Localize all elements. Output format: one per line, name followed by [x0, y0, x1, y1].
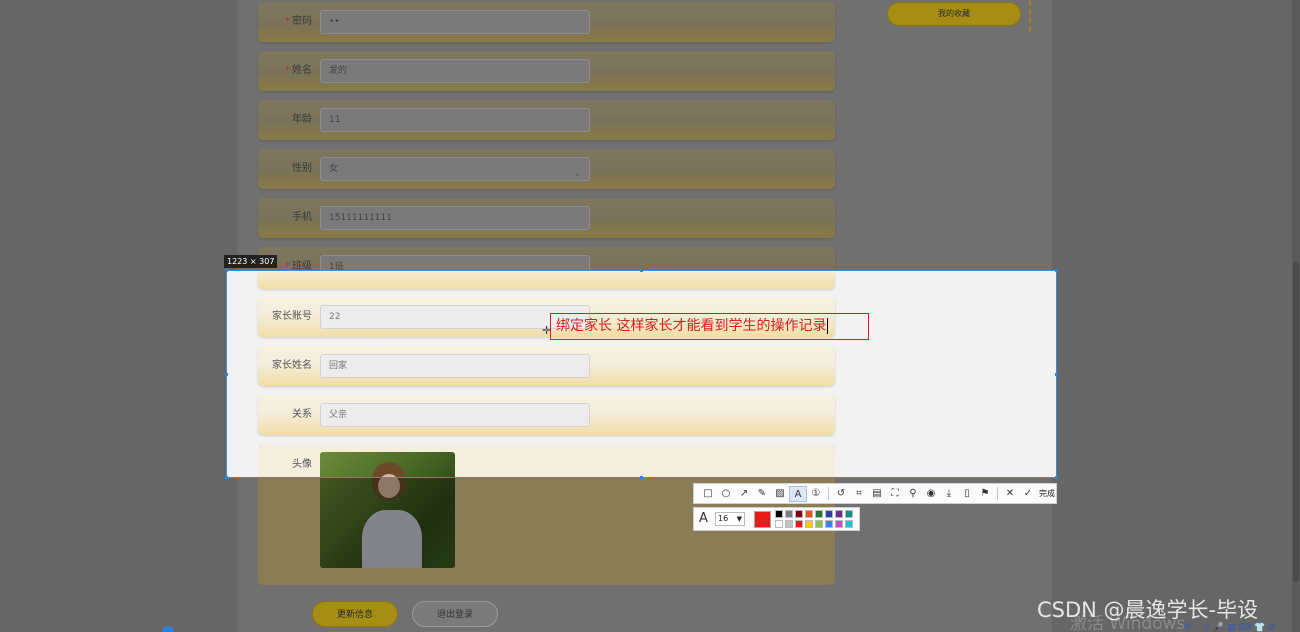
page-scrollbar[interactable] [1292, 0, 1300, 632]
color-swatch[interactable] [775, 520, 783, 528]
row-label: 手机 [292, 212, 312, 223]
logout-button[interactable]: 退出登录 [412, 601, 498, 627]
toolbar-separator [997, 487, 998, 500]
download-icon[interactable]: ⤓ [940, 486, 958, 502]
capture-toolbar: □ ○ ↗ ✎ ▨ A ① ↺ ⌗ ▤ ⛶ ⚲ ◉ ⤓ ▯ ⚑ ✕ ✓ 完成 [693, 483, 1057, 504]
form-row-age: 年龄 11 [258, 100, 835, 140]
text-icon[interactable]: A [789, 485, 807, 502]
current-color-swatch[interactable] [754, 511, 771, 528]
number-icon[interactable]: ① [807, 486, 825, 502]
password-field[interactable]: •• [320, 10, 590, 34]
resize-handle[interactable] [640, 269, 643, 272]
taskbar-blue-dot [162, 626, 174, 632]
color-swatch[interactable] [785, 520, 793, 528]
font-size-select[interactable]: 16 ▼ [715, 512, 745, 526]
capture-selection-border[interactable] [226, 270, 1057, 478]
resize-handle[interactable] [640, 476, 643, 479]
font-icon: A [699, 511, 708, 526]
scrollbar-thumb[interactable] [1293, 262, 1299, 582]
record-icon[interactable]: ◉ [922, 486, 940, 502]
gender-select[interactable]: 女 ⌄ [320, 157, 590, 181]
update-info-button[interactable]: 更新信息 [312, 601, 398, 627]
required-mark: * [285, 65, 290, 76]
form-row-name: * 姓名 发的 [258, 51, 835, 91]
dashed-divider [1029, 0, 1031, 32]
form-row-phone: 手机 15111111111 [258, 198, 835, 238]
form-row-gender: 性别 女 ⌄ [258, 149, 835, 189]
avatar-dim-overlay [320, 478, 455, 568]
fullscreen-icon[interactable]: ⛶ [886, 486, 904, 502]
color-swatch[interactable] [815, 510, 823, 518]
arrow-icon[interactable]: ↗ [735, 486, 753, 502]
color-swatch[interactable] [785, 510, 793, 518]
checkmark-icon[interactable]: ✓ [1019, 486, 1037, 502]
resize-handle[interactable] [1055, 269, 1058, 272]
save-icon[interactable]: ▯ [958, 486, 976, 502]
row-label: 年龄 [292, 114, 312, 125]
phone-field[interactable]: 15111111111 [320, 206, 590, 230]
color-swatch[interactable] [805, 520, 813, 528]
favorites-button[interactable]: 我的收藏 [887, 2, 1021, 26]
color-swatch[interactable] [795, 520, 803, 528]
row-label: * 姓名 [285, 65, 312, 76]
system-tray: 中 ·, ⚲ 🎤 ▦ ⌨ 👕 ⊞ [1183, 623, 1276, 632]
ellipse-icon[interactable]: ○ [717, 486, 735, 502]
close-icon[interactable]: ✕ [1001, 486, 1019, 502]
resize-handle[interactable] [1055, 373, 1058, 376]
chevron-down-icon: ▼ [736, 515, 742, 523]
toolbar-separator [828, 487, 829, 500]
color-swatch[interactable] [845, 510, 853, 518]
color-swatch[interactable] [775, 510, 783, 518]
color-swatch[interactable] [795, 510, 803, 518]
text-caret [827, 318, 829, 334]
text-style-palette: A 16 ▼ [693, 507, 860, 531]
required-mark: * [285, 16, 290, 27]
age-field[interactable]: 11 [320, 108, 590, 132]
name-field[interactable]: 发的 [320, 59, 590, 83]
bookmark-icon[interactable]: ⚑ [976, 486, 994, 502]
annotation-text: 绑定家长 这样家长才能看到学生的操作记录 [556, 318, 827, 334]
color-swatch[interactable] [805, 510, 813, 518]
finish-button[interactable]: 完成 [1039, 488, 1055, 499]
mosaic-icon[interactable]: ▨ [771, 486, 789, 502]
color-swatch[interactable] [835, 510, 843, 518]
resize-handle[interactable] [1055, 476, 1058, 479]
color-swatch[interactable] [835, 520, 843, 528]
color-swatch[interactable] [845, 520, 853, 528]
pencil-icon[interactable]: ✎ [753, 486, 771, 502]
ocr-icon[interactable]: ▤ [868, 486, 886, 502]
crop-icon[interactable]: ⌗ [850, 486, 868, 502]
rectangle-icon[interactable]: □ [699, 486, 717, 502]
color-swatch[interactable] [815, 520, 823, 528]
resize-handle[interactable] [225, 476, 228, 479]
resize-handle[interactable] [225, 373, 228, 376]
row-label: * 密码 [285, 16, 312, 27]
undo-icon[interactable]: ↺ [832, 486, 850, 502]
form-row-password: * 密码 •• [258, 2, 835, 42]
color-swatch[interactable] [825, 520, 833, 528]
screen: * 密码 •• * 姓名 发的 年龄 11 性别 女 ⌄ 手机 15111111111… [0, 0, 1300, 632]
selection-size-tag: 1223 × 307 [224, 255, 278, 268]
annotation-text-box[interactable]: 绑定家长 这样家长才能看到学生的操作记录 [550, 313, 869, 340]
row-label: 性别 [292, 163, 312, 174]
color-swatch[interactable] [825, 510, 833, 518]
chevron-down-icon: ⌄ [573, 169, 581, 179]
resize-handle[interactable] [225, 269, 228, 272]
pin-icon[interactable]: ⚲ [904, 486, 922, 502]
